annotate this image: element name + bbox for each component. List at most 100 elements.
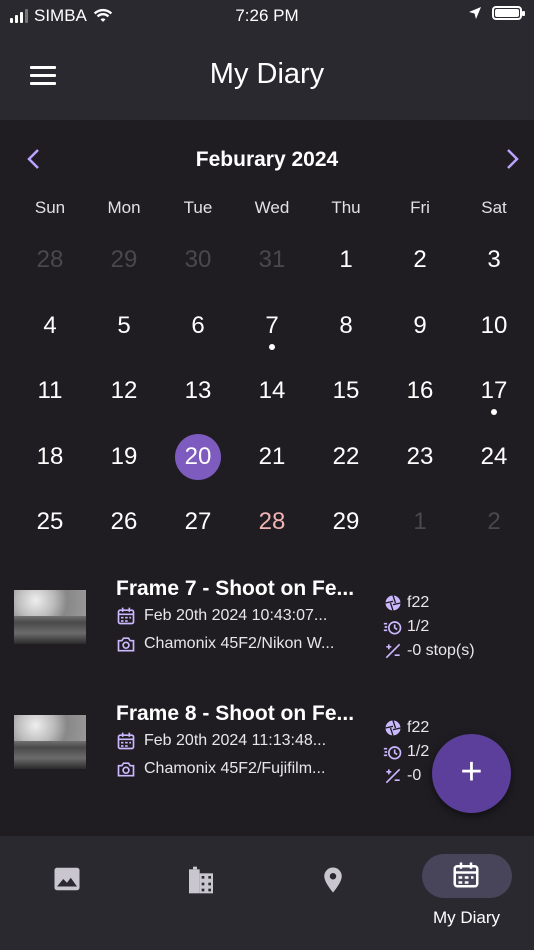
calendar-day[interactable]: 19 (87, 435, 161, 501)
entry-aperture: f22 (407, 719, 430, 736)
weekday-label: Sat (481, 198, 507, 217)
entry-thumbnail (14, 590, 86, 644)
calendar-day[interactable]: 4 (13, 304, 87, 370)
calendar-day[interactable]: 28 (13, 238, 87, 304)
weekday-label: Mon (107, 198, 141, 217)
status-bar: SIMBA 7:26 PM (0, 0, 534, 32)
day-number: 28 (36, 246, 64, 273)
day-number: 14 (258, 377, 286, 404)
calendar-day-selected[interactable]: 20 (161, 433, 235, 501)
entry-exposure: -0 (407, 767, 422, 784)
calendar-day[interactable]: 21 (235, 435, 309, 501)
calendar-day[interactable]: 8 (309, 304, 383, 370)
calendar-day[interactable]: 11 (13, 369, 87, 435)
day-number: 16 (406, 377, 434, 404)
calendar-day[interactable]: 29 (309, 500, 383, 566)
status-right (468, 6, 525, 20)
calendar-week: 11 12 13 14 15 16 17 (13, 369, 531, 435)
calendar-day[interactable]: 18 (13, 435, 87, 501)
calendar-day[interactable]: 26 (87, 500, 161, 566)
weekday-header: Sun Mon Tue Wed Thu Fri Sat (0, 198, 534, 218)
day-number: 12 (110, 377, 138, 404)
entry-camera: Chamonix 45F2/Nikon W... (144, 635, 335, 652)
entry-shutter: 1/2 (407, 743, 430, 760)
status-time: 7:26 PM (235, 6, 299, 25)
diary-entry[interactable]: Frame 7 - Shoot on Fe... Feb 20th 2024 1… (0, 570, 534, 680)
entry-title: Frame 8 - Shoot on Fe... (116, 702, 355, 725)
entry-exposure-meta: f22 1/2 -0 stop(s) (383, 591, 475, 663)
calendar-week: 4 5 6 7 8 9 10 (13, 304, 531, 370)
nav-item-film[interactable] (133, 850, 266, 940)
calendar-grid: 28 29 30 31 1 2 3 4 5 6 7 8 9 10 11 12 13 14 15 16 17 18 19 20 2… (13, 238, 531, 566)
plus-icon: + (460, 751, 483, 793)
film-icon (189, 866, 213, 894)
calendar-day[interactable]: 12 (87, 369, 161, 435)
shutter-speed-icon (383, 621, 402, 635)
calendar-day[interactable]: 3 (457, 238, 531, 304)
camera-icon (117, 637, 135, 652)
nav-item-gallery[interactable] (0, 850, 133, 940)
calendar-day[interactable]: 15 (309, 369, 383, 435)
calendar-day[interactable]: 22 (309, 435, 383, 501)
day-number: 29 (332, 508, 360, 535)
day-number: 10 (480, 311, 508, 339)
weekday-label: Fri (410, 198, 430, 217)
calendar: Feburary 2024 Sun Mon Tue Wed Thu Fri Sa… (0, 120, 534, 560)
add-entry-button[interactable]: + (432, 734, 511, 813)
calendar-day[interactable]: 28 (235, 500, 309, 566)
calendar-day[interactable]: 2 (457, 500, 531, 566)
day-number: 27 (184, 508, 212, 535)
chevron-right-icon[interactable] (500, 146, 524, 172)
entry-title: Frame 7 - Shoot on Fe... (116, 577, 355, 600)
bottom-nav: My Diary (0, 836, 534, 950)
calendar-day[interactable]: 27 (161, 500, 235, 566)
entry-exposure-meta: f22 1/2 -0 (383, 716, 429, 788)
calendar-icon (117, 607, 135, 625)
nav-item-map[interactable] (266, 850, 399, 940)
calendar-day[interactable]: 23 (383, 435, 457, 501)
day-number: 18 (36, 442, 64, 470)
exposure-icon (385, 768, 401, 784)
calendar-day[interactable]: 10 (457, 304, 531, 370)
entry-shutter: 1/2 (407, 618, 430, 635)
calendar-day[interactable]: 2 (383, 238, 457, 304)
calendar-day[interactable]: 6 (161, 304, 235, 370)
calendar-day[interactable]: 17 (457, 369, 531, 435)
calendar-day[interactable]: 24 (457, 435, 531, 501)
day-number: 20 (184, 442, 212, 470)
calendar-nav: Feburary 2024 (0, 144, 534, 174)
calendar-day[interactable]: 14 (235, 369, 309, 435)
day-number: 9 (413, 311, 427, 339)
aperture-icon (385, 595, 401, 611)
day-number: 15 (332, 377, 360, 404)
camera-icon (117, 762, 135, 777)
entry-aperture: f22 (407, 594, 430, 611)
calendar-day[interactable]: 31 (235, 238, 309, 304)
calendar-day[interactable]: 1 (309, 238, 383, 304)
day-number: 1 (339, 246, 353, 273)
calendar-day[interactable]: 13 (161, 369, 235, 435)
calendar-day[interactable]: 9 (383, 304, 457, 370)
calendar-day[interactable]: 5 (87, 304, 161, 370)
entry-camera-line: Chamonix 45F2/Fujifilm... (116, 757, 366, 781)
calendar-day[interactable]: 7 (235, 304, 309, 370)
calendar-day[interactable]: 25 (13, 500, 87, 566)
exposure-icon (385, 643, 401, 659)
day-number: 3 (487, 246, 501, 273)
nav-item-my-diary[interactable]: My Diary (400, 850, 533, 940)
calendar-day[interactable]: 29 (87, 238, 161, 304)
day-number: 5 (117, 311, 131, 339)
event-dot (269, 343, 275, 350)
calendar-day[interactable]: 30 (161, 238, 235, 304)
weekday-label: Tue (183, 198, 213, 217)
event-dot (491, 409, 497, 415)
page-title: My Diary (209, 58, 325, 90)
entry-camera: Chamonix 45F2/Fujifilm... (144, 760, 326, 777)
calendar-day[interactable]: 16 (383, 369, 457, 435)
calendar-week: 18 19 20 21 22 23 24 (13, 433, 531, 501)
aperture-icon (385, 720, 401, 736)
entry-date-line: Feb 20th 2024 11:13:48... (116, 729, 366, 753)
day-number: 4 (43, 311, 57, 339)
calendar-day[interactable]: 1 (383, 500, 457, 566)
image-icon (54, 867, 80, 891)
